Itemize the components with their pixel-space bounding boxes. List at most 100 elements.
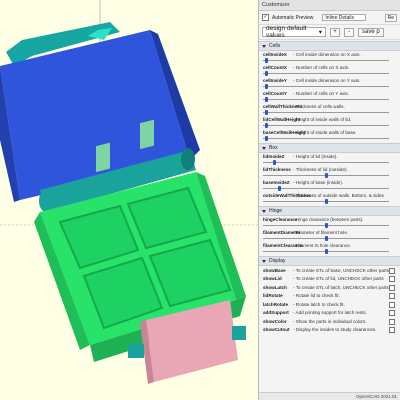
param-slider[interactable]	[263, 110, 389, 115]
param-description: - Height of inside walls of base.	[293, 130, 357, 135]
latch-hinge-left	[128, 344, 144, 358]
slider-track	[263, 162, 389, 163]
slider-thumb[interactable]	[265, 110, 269, 115]
param-name: lidInsideZ	[263, 154, 285, 159]
param-row-baseCellWallHeight: baseCellWallHeight - Height of inside wal…	[259, 129, 400, 142]
param-name: baseInsideZ	[263, 180, 290, 185]
slider-thumb[interactable]	[265, 58, 269, 63]
param-slider[interactable]	[263, 199, 389, 204]
param-slider[interactable]	[263, 123, 389, 128]
param-row-showBase: showBase - To create STL of base, UNCHECK…	[259, 266, 400, 275]
section-header-cells[interactable]: Cells	[259, 41, 400, 51]
param-row-cellCountY: cellCountY - Number of cells on Y axis.	[259, 90, 400, 103]
section-header-display[interactable]: Display	[259, 256, 400, 266]
param-row-lidRotate: lidRotate - Rotate lid to check fit.	[259, 292, 400, 301]
param-row-cellCountX: cellCountX - Number of cells on X axis.	[259, 64, 400, 77]
param-description: - Display the insides to study clearance…	[293, 327, 377, 332]
param-checkbox[interactable]	[389, 267, 395, 274]
section-title: Hinge	[269, 208, 283, 214]
param-description: - Hinge clearance (between parts).	[293, 217, 364, 222]
slider-thumb[interactable]	[265, 71, 269, 76]
param-name: showLid	[263, 276, 282, 281]
slider-thumb[interactable]	[265, 123, 269, 128]
collapse-triangle-icon	[262, 146, 266, 150]
save-preset-button[interactable]: save p	[358, 27, 384, 37]
slider-thumb[interactable]	[277, 186, 281, 191]
add-preset-button[interactable]: +	[330, 27, 340, 37]
slider-thumb[interactable]	[324, 249, 328, 254]
reset-button[interactable]: Re	[384, 13, 397, 22]
param-slider[interactable]	[263, 186, 389, 191]
param-name: showCutout	[263, 327, 290, 332]
hinge-knuckle-1	[96, 142, 110, 173]
slider-thumb[interactable]	[272, 160, 276, 165]
param-name: showBase	[263, 267, 286, 273]
param-description: - Rotate lid to check fit.	[293, 293, 340, 298]
param-name: cellCountY	[263, 91, 287, 96]
slider-thumb[interactable]	[324, 173, 328, 178]
param-slider[interactable]	[263, 71, 389, 76]
param-name: addSupport	[263, 310, 289, 315]
param-row-filamentDiameter: filamentDiameter - Diameter of filament h…	[259, 229, 400, 242]
details-dropdown[interactable]: Inline Details	[322, 14, 367, 21]
param-description: - Show the parts in individual colors.	[293, 318, 367, 324]
param-description: - Number of cells on X axis.	[293, 65, 350, 70]
param-slider[interactable]	[263, 236, 389, 241]
param-description: - To create STL of lid, UNCHECK other pa…	[293, 276, 384, 281]
param-slider[interactable]	[263, 223, 389, 228]
param-checkbox[interactable]	[389, 301, 395, 308]
param-name: lidThickness	[263, 167, 291, 172]
section-title: Cells	[269, 43, 281, 49]
param-description: - Height of inside walls of lid.	[293, 117, 352, 122]
param-row-hingeClearance: hingeClearance - Hinge clearance (between…	[259, 216, 400, 229]
param-description: - Rotate latch to check fit.	[293, 301, 345, 307]
details-dropdown-value: Inline Details	[325, 14, 355, 21]
collapse-triangle-icon	[262, 209, 266, 213]
param-description: - Filament to hole clearance.	[293, 243, 351, 248]
param-checkbox[interactable]	[389, 284, 395, 291]
section-header-box[interactable]: Box	[259, 143, 400, 153]
param-row-lidThickness: lidThickness - Thickness of lid (outside)…	[259, 166, 400, 179]
param-description: - To create STL of base, UNCHECK other p…	[293, 267, 389, 273]
remove-preset-button[interactable]: -	[344, 27, 354, 37]
param-checkbox[interactable]	[389, 310, 395, 316]
section-header-hinge[interactable]: Hinge	[259, 206, 400, 216]
slider-thumb[interactable]	[324, 199, 328, 204]
slider-track	[263, 138, 389, 139]
param-row-showLatch: showLatch - To create STL of latch, UNCHE…	[259, 283, 400, 292]
param-slider[interactable]	[263, 84, 389, 89]
slider-track	[263, 99, 389, 100]
automatic-preview-checkbox[interactable]: ✓	[262, 14, 269, 21]
hinge-end-cap	[181, 148, 195, 170]
param-name: showColor	[263, 318, 287, 324]
param-slider[interactable]	[263, 58, 389, 63]
param-description: - Height of lid (inside).	[293, 154, 338, 159]
slider-thumb[interactable]	[265, 136, 269, 141]
slider-thumb[interactable]	[265, 84, 269, 89]
param-description: - To create STL of latch, UNCHECK other …	[293, 284, 389, 290]
param-slider[interactable]	[263, 160, 389, 165]
param-checkbox[interactable]	[389, 276, 395, 282]
preset-dropdown[interactable]: design default values ▾	[262, 25, 326, 39]
parameter-sections: Cells cellInsideX - Cell inside dimension …	[259, 41, 400, 334]
slider-thumb[interactable]	[265, 97, 269, 102]
chevron-down-icon: ▾	[318, 29, 322, 36]
param-description: - Thickness of outside walls. Bottom, & …	[293, 193, 384, 198]
param-slider[interactable]	[263, 136, 389, 141]
slider-thumb[interactable]	[324, 236, 328, 241]
hinge-knuckle-2	[140, 119, 154, 150]
param-checkbox[interactable]	[389, 293, 395, 299]
param-row-cellWallThickness: cellWallThickness - Thickness of cells wa…	[259, 103, 400, 116]
param-slider[interactable]	[263, 249, 389, 254]
section-title: Box	[269, 145, 278, 151]
param-slider[interactable]	[263, 173, 389, 178]
param-slider[interactable]	[263, 97, 389, 102]
slider-thumb[interactable]	[324, 223, 328, 228]
slider-track	[263, 73, 389, 74]
param-name: cellCountX	[263, 65, 287, 70]
automatic-preview-label: Automatic Preview	[272, 14, 314, 21]
3d-viewport[interactable]	[0, 0, 258, 400]
param-checkbox[interactable]	[389, 318, 395, 325]
param-description: - Thickness of cells walls.	[293, 104, 345, 109]
param-checkbox[interactable]	[389, 327, 395, 333]
